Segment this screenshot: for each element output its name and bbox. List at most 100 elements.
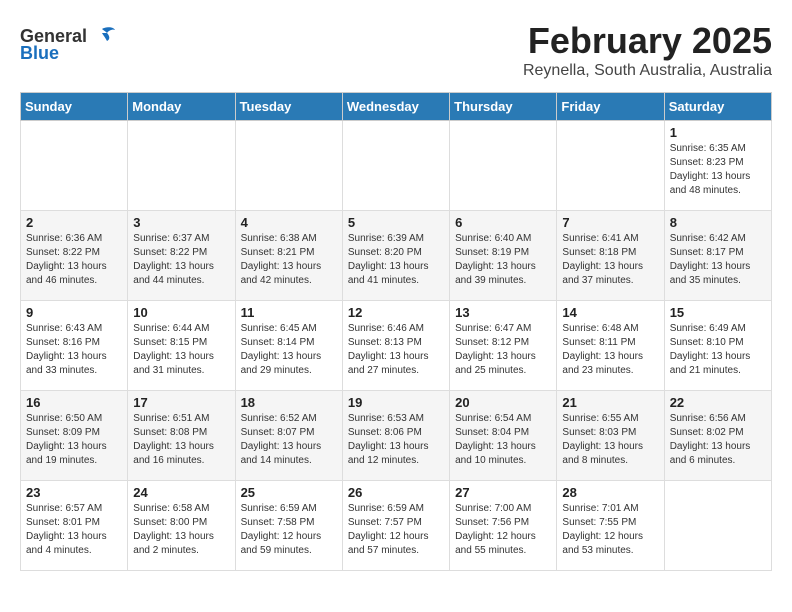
day-info: Sunrise: 6:42 AM Sunset: 8:17 PM Dayligh… (670, 232, 766, 288)
day-number: 13 (455, 305, 551, 320)
day-number: 17 (133, 395, 229, 410)
day-number: 28 (562, 485, 658, 500)
day-info: Sunrise: 6:44 AM Sunset: 8:15 PM Dayligh… (133, 322, 229, 378)
day-number: 14 (562, 305, 658, 320)
day-number: 6 (455, 215, 551, 230)
day-number: 2 (26, 215, 122, 230)
day-number: 12 (348, 305, 444, 320)
day-info: Sunrise: 6:37 AM Sunset: 8:22 PM Dayligh… (133, 232, 229, 288)
day-cell (342, 121, 449, 211)
day-cell: 20 Sunrise: 6:54 AM Sunset: 8:04 PM Dayli… (450, 391, 557, 481)
day-number: 23 (26, 485, 122, 500)
weekday-friday: Friday (557, 93, 664, 121)
day-cell: 12Sunrise: 6:46 AM Sunset: 8:13 PM Dayli… (342, 301, 449, 391)
calendar-header: February 2025 Reynella, South Australia,… (20, 20, 772, 80)
day-info: Sunrise: 6:45 AM Sunset: 8:14 PM Dayligh… (241, 322, 337, 378)
weekday-header-row: SundayMondayTuesdayWednesdayThursdayFrid… (21, 93, 772, 121)
day-number: 4 (241, 215, 337, 230)
day-info: Sunrise: 6:35 AM Sunset: 8:23 PM Dayligh… (670, 142, 766, 198)
day-cell: 19 Sunrise: 6:53 AM Sunset: 8:06 PM Dayli… (342, 391, 449, 481)
day-info: Sunrise: 6:51 AM Sunset: 8:08 PM Dayligh… (133, 412, 229, 468)
day-info: Sunrise: 7:00 AM Sunset: 7:56 PM Dayligh… (455, 502, 551, 558)
day-number: 3 (133, 215, 229, 230)
day-number: 19 (348, 395, 444, 410)
day-info: Sunrise: 6:50 AM Sunset: 8:09 PM Dayligh… (26, 412, 122, 468)
day-number: 9 (26, 305, 122, 320)
day-number: 10 (133, 305, 229, 320)
day-number: 11 (241, 305, 337, 320)
logo-bird-icon (87, 25, 117, 47)
day-info: Sunrise: 6:54 AM Sunset: 8:04 PM Dayligh… (455, 412, 551, 468)
day-info: Sunrise: 6:59 AM Sunset: 7:57 PM Dayligh… (348, 502, 444, 558)
day-cell (21, 121, 128, 211)
day-cell: 1 Sunrise: 6:35 AM Sunset: 8:23 PM Daylig… (664, 121, 771, 211)
day-cell: 2 Sunrise: 6:36 AM Sunset: 8:22 PM Daylig… (21, 211, 128, 301)
day-info: Sunrise: 6:56 AM Sunset: 8:02 PM Dayligh… (670, 412, 766, 468)
day-cell: 24 Sunrise: 6:58 AM Sunset: 8:00 PM Dayli… (128, 481, 235, 571)
day-cell (450, 121, 557, 211)
day-cell: 13 Sunrise: 6:47 AM Sunset: 8:12 PM Dayli… (450, 301, 557, 391)
day-info: Sunrise: 6:47 AM Sunset: 8:12 PM Dayligh… (455, 322, 551, 378)
day-info: Sunrise: 6:41 AM Sunset: 8:18 PM Dayligh… (562, 232, 658, 288)
day-cell: 26 Sunrise: 6:59 AM Sunset: 7:57 PM Dayli… (342, 481, 449, 571)
calendar-title: February 2025 (20, 20, 772, 62)
day-cell: 7Sunrise: 6:41 AM Sunset: 8:18 PM Daylig… (557, 211, 664, 301)
day-cell (557, 121, 664, 211)
day-cell: 16 Sunrise: 6:50 AM Sunset: 8:09 PM Dayli… (21, 391, 128, 481)
day-number: 1 (670, 125, 766, 140)
week-row-2: 2 Sunrise: 6:36 AM Sunset: 8:22 PM Daylig… (21, 211, 772, 301)
day-cell: 18 Sunrise: 6:52 AM Sunset: 8:07 PM Dayli… (235, 391, 342, 481)
day-info: Sunrise: 6:40 AM Sunset: 8:19 PM Dayligh… (455, 232, 551, 288)
day-cell: 6 Sunrise: 6:40 AM Sunset: 8:19 PM Daylig… (450, 211, 557, 301)
day-cell: 22 Sunrise: 6:56 AM Sunset: 8:02 PM Dayli… (664, 391, 771, 481)
day-number: 5 (348, 215, 444, 230)
day-cell: 11 Sunrise: 6:45 AM Sunset: 8:14 PM Dayli… (235, 301, 342, 391)
day-info: Sunrise: 6:39 AM Sunset: 8:20 PM Dayligh… (348, 232, 444, 288)
day-cell (664, 481, 771, 571)
weekday-monday: Monday (128, 93, 235, 121)
weekday-wednesday: Wednesday (342, 93, 449, 121)
day-number: 24 (133, 485, 229, 500)
day-cell: 3 Sunrise: 6:37 AM Sunset: 8:22 PM Daylig… (128, 211, 235, 301)
weekday-saturday: Saturday (664, 93, 771, 121)
day-cell: 4 Sunrise: 6:38 AM Sunset: 8:21 PM Daylig… (235, 211, 342, 301)
day-info: Sunrise: 6:53 AM Sunset: 8:06 PM Dayligh… (348, 412, 444, 468)
header-area: General Blue February 2025 Reynella, Sou… (20, 20, 772, 84)
day-cell (235, 121, 342, 211)
day-number: 8 (670, 215, 766, 230)
day-cell: 27 Sunrise: 7:00 AM Sunset: 7:56 PM Dayli… (450, 481, 557, 571)
day-info: Sunrise: 6:52 AM Sunset: 8:07 PM Dayligh… (241, 412, 337, 468)
day-number: 27 (455, 485, 551, 500)
day-number: 25 (241, 485, 337, 500)
day-info: Sunrise: 6:58 AM Sunset: 8:00 PM Dayligh… (133, 502, 229, 558)
weekday-sunday: Sunday (21, 93, 128, 121)
day-number: 26 (348, 485, 444, 500)
week-row-3: 9 Sunrise: 6:43 AM Sunset: 8:16 PM Daylig… (21, 301, 772, 391)
weekday-tuesday: Tuesday (235, 93, 342, 121)
day-cell: 21 Sunrise: 6:55 AM Sunset: 8:03 PM Dayli… (557, 391, 664, 481)
day-number: 20 (455, 395, 551, 410)
day-cell: 5 Sunrise: 6:39 AM Sunset: 8:20 PM Daylig… (342, 211, 449, 301)
logo-blue: Blue (20, 43, 59, 64)
week-row-5: 23 Sunrise: 6:57 AM Sunset: 8:01 PM Dayli… (21, 481, 772, 571)
day-info: Sunrise: 6:57 AM Sunset: 8:01 PM Dayligh… (26, 502, 122, 558)
day-cell: 23 Sunrise: 6:57 AM Sunset: 8:01 PM Dayli… (21, 481, 128, 571)
day-cell: 9 Sunrise: 6:43 AM Sunset: 8:16 PM Daylig… (21, 301, 128, 391)
day-info: Sunrise: 6:36 AM Sunset: 8:22 PM Dayligh… (26, 232, 122, 288)
week-row-4: 16 Sunrise: 6:50 AM Sunset: 8:09 PM Dayli… (21, 391, 772, 481)
day-number: 21 (562, 395, 658, 410)
week-row-1: 1 Sunrise: 6:35 AM Sunset: 8:23 PM Daylig… (21, 121, 772, 211)
day-cell: 8 Sunrise: 6:42 AM Sunset: 8:17 PM Daylig… (664, 211, 771, 301)
day-number: 16 (26, 395, 122, 410)
day-info: Sunrise: 6:43 AM Sunset: 8:16 PM Dayligh… (26, 322, 122, 378)
calendar-subtitle: Reynella, South Australia, Australia (20, 62, 772, 80)
day-cell (128, 121, 235, 211)
day-info: Sunrise: 6:38 AM Sunset: 8:21 PM Dayligh… (241, 232, 337, 288)
day-number: 18 (241, 395, 337, 410)
day-number: 15 (670, 305, 766, 320)
day-cell: 25Sunrise: 6:59 AM Sunset: 7:58 PM Dayli… (235, 481, 342, 571)
day-number: 22 (670, 395, 766, 410)
day-info: Sunrise: 6:55 AM Sunset: 8:03 PM Dayligh… (562, 412, 658, 468)
logo: General Blue (20, 20, 117, 64)
day-cell: 10 Sunrise: 6:44 AM Sunset: 8:15 PM Dayli… (128, 301, 235, 391)
